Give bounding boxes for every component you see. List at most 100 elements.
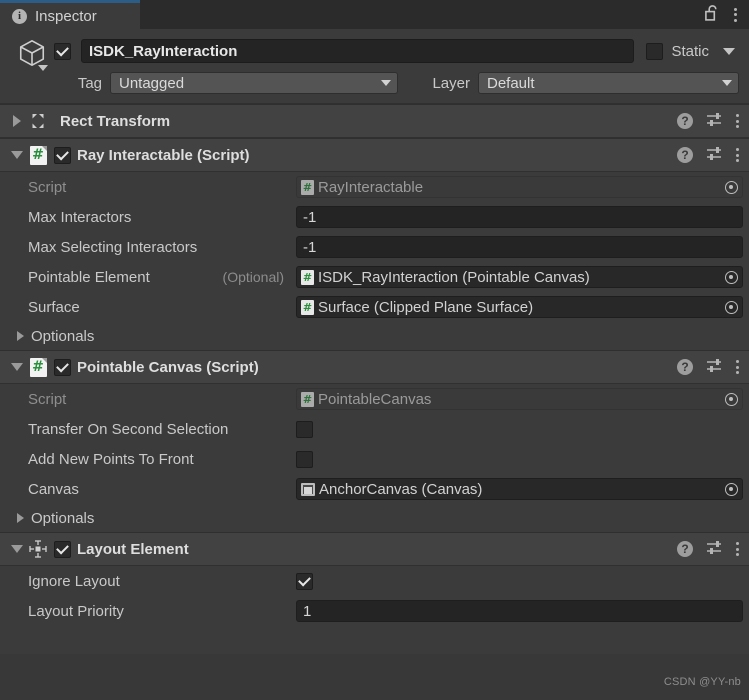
foldout-toggle-pointable-canvas[interactable]: [6, 363, 28, 371]
static-checkbox[interactable]: [646, 42, 664, 60]
component-enable-checkbox-pointable-canvas[interactable]: [54, 358, 71, 376]
component-actions-pointable-canvas: ?: [677, 358, 739, 377]
foldout-optionals-pointable-canvas[interactable]: Optionals: [0, 504, 749, 532]
static-dropdown-caret-icon[interactable]: [723, 47, 735, 55]
property-label-script: Script: [28, 390, 67, 408]
gameobject-name-input[interactable]: ISDK_RayInteraction: [81, 39, 635, 63]
tag-label: Tag: [77, 74, 102, 92]
property-row-canvas: Canvas AnchorCanvas (Canvas): [0, 474, 749, 504]
property-label-max-interactors: Max Interactors: [28, 208, 132, 226]
kebab-menu-icon[interactable]: [736, 542, 739, 556]
body-filler: [0, 626, 749, 654]
tab-bar-actions: [705, 0, 749, 29]
component-enable-checkbox-layout-element[interactable]: [54, 540, 71, 558]
component-header-rect-transform[interactable]: Rect Transform ?: [0, 104, 749, 138]
kebab-menu-icon[interactable]: [736, 148, 739, 162]
tab-bar: i Inspector: [0, 0, 749, 29]
layer-dropdown[interactable]: Default: [478, 72, 739, 94]
preset-slider-icon[interactable]: [706, 146, 723, 165]
layer-value: Default: [487, 74, 535, 92]
component-title-rect-transform: Rect Transform: [60, 112, 171, 130]
property-row-max-interactors: Max Interactors -1: [0, 202, 749, 232]
inspector-window: i Inspector ISDK_RayInteraction Static T…: [0, 0, 749, 700]
script-object-value: RayInteractable: [318, 178, 424, 196]
component-enable-checkbox-ray-interactable[interactable]: [54, 146, 71, 164]
foldout-toggle-rect-transform[interactable]: [6, 115, 28, 127]
max-interactors-input[interactable]: -1: [296, 206, 743, 228]
tab-bar-spacer: [140, 0, 705, 29]
canvas-icon: [301, 482, 315, 496]
property-row-script: Script # RayInteractable: [0, 172, 749, 202]
preset-slider-icon[interactable]: [706, 112, 723, 131]
max-selecting-interactors-input[interactable]: -1: [296, 236, 743, 258]
foldout-optionals-label: Optionals: [31, 509, 95, 527]
csharp-script-icon: #: [301, 299, 314, 315]
property-label-script: Script: [28, 178, 67, 196]
object-picker-button[interactable]: [720, 177, 742, 197]
component-header-layout-element[interactable]: Layout Element ?: [0, 532, 749, 566]
csharp-script-icon: #: [301, 179, 314, 195]
unlocked-padlock-icon[interactable]: [705, 4, 720, 25]
static-label: Static: [671, 42, 709, 60]
csharp-script-icon: #: [28, 357, 48, 377]
component-header-pointable-canvas[interactable]: # Pointable Canvas (Script) ?: [0, 350, 749, 384]
help-icon[interactable]: ?: [677, 113, 693, 129]
info-icon: i: [12, 8, 27, 24]
layout-priority-input[interactable]: 1: [296, 600, 743, 622]
property-label-text: Pointable Element: [28, 268, 150, 286]
property-label-canvas: Canvas: [28, 480, 79, 498]
property-row-script: Script # PointableCanvas: [0, 384, 749, 414]
pointable-element-object-field[interactable]: # ISDK_RayInteraction (Pointable Canvas): [296, 266, 743, 288]
gameobject-name-row: ISDK_RayInteraction Static: [10, 34, 739, 71]
property-label-surface: Surface: [28, 298, 80, 316]
foldout-toggle-ray-interactable[interactable]: [6, 151, 28, 159]
property-label-layout-priority: Layout Priority: [28, 602, 124, 620]
kebab-menu-icon[interactable]: [736, 360, 739, 374]
canvas-object-field[interactable]: AnchorCanvas (Canvas): [296, 478, 743, 500]
property-row-layout-priority: Layout Priority 1: [0, 596, 749, 626]
cube-icon[interactable]: [10, 34, 54, 71]
layer-label: Layer: [432, 74, 470, 92]
preset-slider-icon[interactable]: [706, 540, 723, 559]
object-picker-button[interactable]: [720, 297, 742, 317]
object-picker-button[interactable]: [720, 389, 742, 409]
component-actions-ray-interactable: ?: [677, 146, 739, 165]
component-body-ray-interactable: Script # RayInteractable Max Interactors…: [0, 172, 749, 350]
help-icon[interactable]: ?: [677, 359, 693, 375]
property-row-pointable-element: Pointable Element (Optional) # ISDK_RayI…: [0, 262, 749, 292]
tab-inspector-label: Inspector: [35, 7, 97, 25]
foldout-optionals-ray-interactable[interactable]: Optionals: [0, 322, 749, 350]
property-row-ignore-layout: Ignore Layout: [0, 566, 749, 596]
property-label-pointable-element: Pointable Element (Optional): [0, 269, 296, 286]
component-header-ray-interactable[interactable]: # Ray Interactable (Script) ?: [0, 138, 749, 172]
component-title-pointable-canvas: Pointable Canvas (Script): [77, 358, 259, 376]
script-object-field: # PointableCanvas: [296, 388, 743, 410]
optional-tag: (Optional): [222, 268, 284, 285]
tag-value: Untagged: [119, 74, 185, 92]
cube-dropdown-caret-icon[interactable]: [38, 65, 48, 71]
preset-slider-icon[interactable]: [706, 358, 723, 377]
tag-dropdown[interactable]: Untagged: [110, 72, 398, 94]
gameobject-active-checkbox[interactable]: [54, 42, 71, 60]
transfer-on-second-selection-checkbox[interactable]: [296, 420, 313, 438]
surface-object-field[interactable]: # Surface (Clipped Plane Surface): [296, 296, 743, 318]
foldout-toggle-layout-element[interactable]: [6, 545, 28, 553]
tab-inspector[interactable]: i Inspector: [0, 0, 140, 29]
chevron-down-icon: [381, 80, 391, 86]
property-row-add-new-points-to-front: Add New Points To Front: [0, 444, 749, 474]
property-row-surface: Surface # Surface (Clipped Plane Surface…: [0, 292, 749, 322]
property-row-max-selecting-interactors: Max Selecting Interactors -1: [0, 232, 749, 262]
help-icon[interactable]: ?: [677, 147, 693, 163]
add-new-points-to-front-checkbox[interactable]: [296, 450, 313, 468]
help-icon[interactable]: ?: [677, 541, 693, 557]
surface-value: Surface (Clipped Plane Surface): [318, 298, 534, 316]
ignore-layout-checkbox[interactable]: [296, 572, 313, 590]
object-picker-button[interactable]: [720, 267, 742, 287]
object-picker-button[interactable]: [720, 479, 742, 499]
foldout-optionals-label: Optionals: [31, 327, 95, 345]
kebab-menu-icon[interactable]: [736, 114, 739, 128]
kebab-menu-icon[interactable]: [734, 7, 737, 22]
property-row-transfer-on-second-selection: Transfer On Second Selection: [0, 414, 749, 444]
chevron-right-icon: [17, 513, 24, 523]
pointable-element-value: ISDK_RayInteraction (Pointable Canvas): [318, 268, 590, 286]
